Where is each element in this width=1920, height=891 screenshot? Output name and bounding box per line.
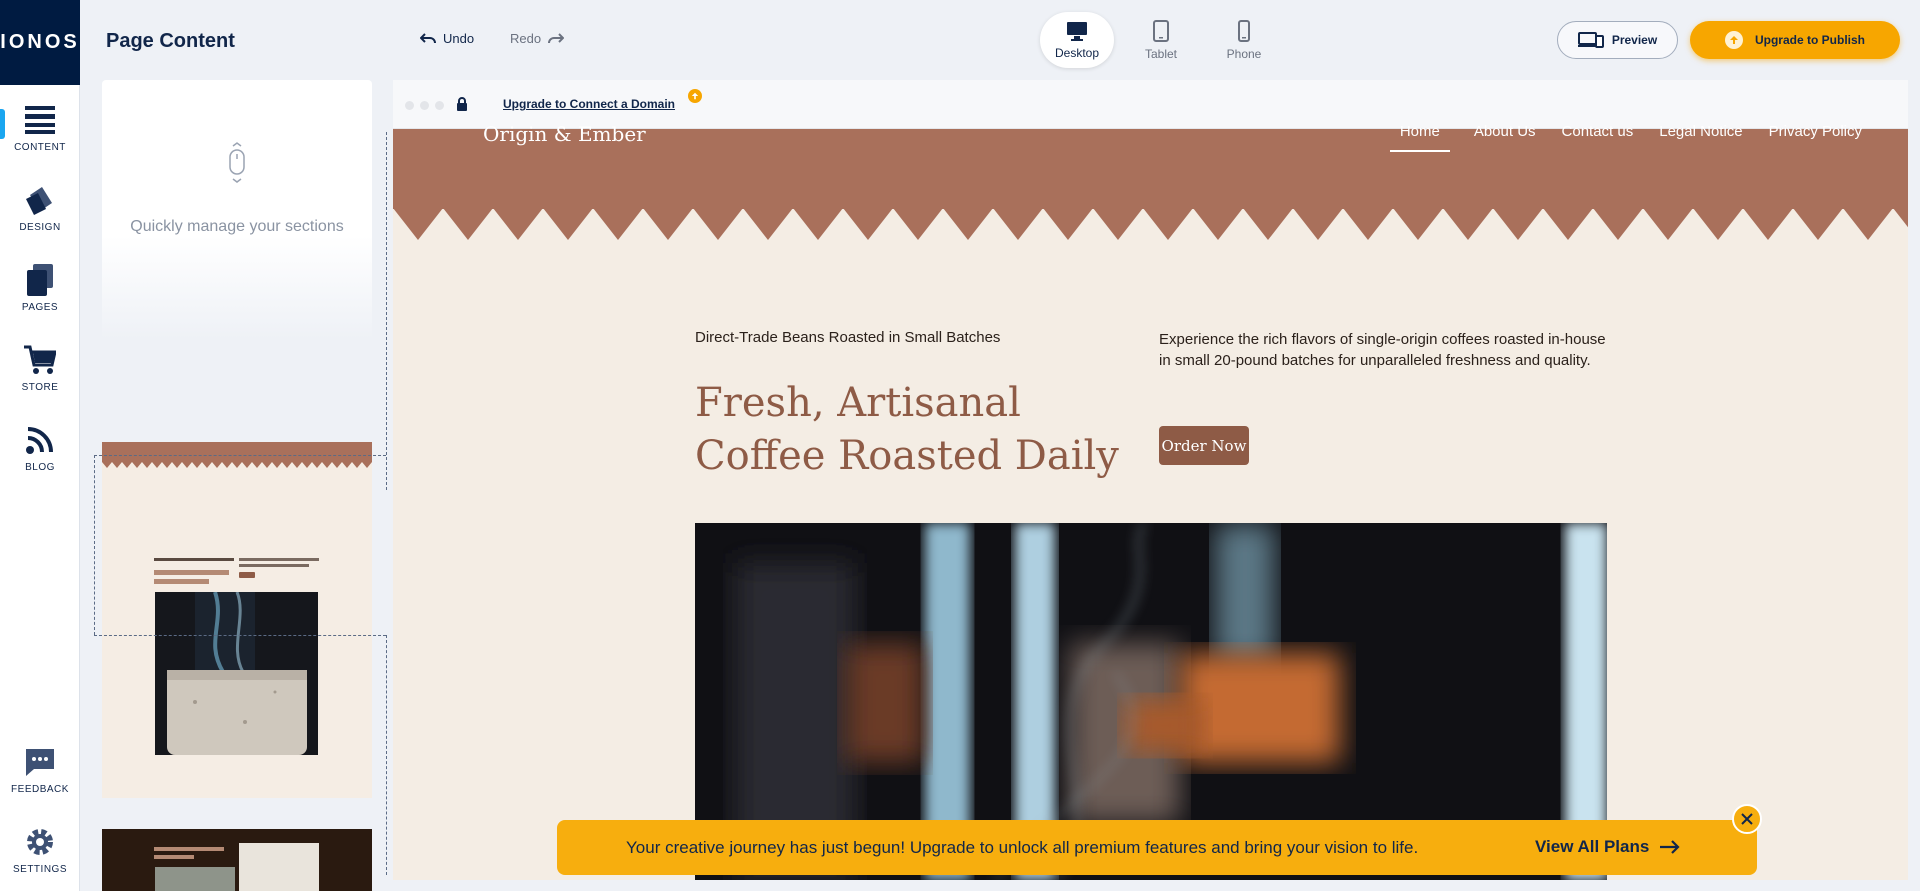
editor-topbar: Page Content Undo Redo Desktop Tablet Ph… xyxy=(80,0,1920,80)
hero-eyebrow: Direct-Trade Beans Roasted in Small Batc… xyxy=(695,329,1001,346)
rail-item-blog[interactable]: BLOG xyxy=(0,420,80,473)
undo-icon xyxy=(420,32,436,43)
device-label: Tablet xyxy=(1144,46,1178,61)
content-icon xyxy=(0,100,80,140)
undo-label: Undo xyxy=(443,31,475,46)
thumb-coffee-cup-image xyxy=(155,592,318,755)
thumb-cta xyxy=(239,572,255,578)
section-thumbnail-hero[interactable] xyxy=(102,548,372,798)
thumb-eyebrow xyxy=(154,558,234,561)
rail-item-pages[interactable]: PAGES xyxy=(0,260,80,313)
publish-label: Upgrade to Publish xyxy=(1754,33,1865,47)
hero-title: Fresh, Artisanal Coffee Roasted Daily xyxy=(695,380,1119,479)
page-title: Page Content xyxy=(106,30,235,52)
thumb-title-line xyxy=(154,579,209,584)
design-icon xyxy=(0,180,80,220)
preview-label: Preview xyxy=(1611,33,1658,47)
redo-button[interactable]: Redo xyxy=(510,31,565,46)
preview-devices-icon xyxy=(1577,32,1604,48)
lock-icon xyxy=(457,97,467,111)
rail-label: DESIGN xyxy=(19,222,61,233)
rail-label: BLOG xyxy=(25,462,55,473)
rail-item-settings[interactable]: SETTINGS xyxy=(0,822,80,875)
rail-label: CONTENT xyxy=(14,142,66,153)
connect-domain-link[interactable]: Upgrade to Connect a Domain xyxy=(503,97,675,111)
upgrade-badge-icon xyxy=(688,89,702,103)
upgrade-banner-text: Your creative journey has just begun! Up… xyxy=(626,838,1419,857)
sections-panel: Quickly manage your sections xyxy=(94,80,387,891)
mouse-scroll-icon xyxy=(229,142,245,183)
site-nav-home[interactable]: Home xyxy=(1389,123,1450,152)
rail-label: PAGES xyxy=(21,302,59,313)
arrow-right-icon xyxy=(1660,840,1680,854)
device-label: Phone xyxy=(1226,46,1262,61)
upgrade-to-publish-button[interactable]: Upgrade to Publish xyxy=(1690,21,1900,59)
thumb-title-line xyxy=(154,847,224,851)
undo-button[interactable]: Undo xyxy=(420,31,474,46)
thumb-title-line xyxy=(154,855,194,859)
section-thumbnail-story[interactable] xyxy=(102,829,372,891)
desktop-icon xyxy=(1067,21,1087,41)
rail-item-feedback[interactable]: FEEDBACK xyxy=(0,742,80,795)
site-header: Origin & Ember Home About Us Contact us … xyxy=(393,122,1908,209)
view-all-plans-link[interactable]: View All Plans xyxy=(1535,837,1681,857)
site-nav-privacy[interactable]: Privacy Policy xyxy=(1767,123,1864,152)
close-icon xyxy=(1741,813,1753,825)
site-nav-about[interactable]: About Us xyxy=(1472,123,1538,152)
upgrade-banner: Your creative journey has just begun! Up… xyxy=(557,820,1757,875)
rss-icon xyxy=(0,420,80,460)
rail-item-content[interactable]: CONTENT xyxy=(0,100,80,153)
order-now-button[interactable]: Order Now xyxy=(1159,426,1249,465)
phone-icon xyxy=(1238,19,1250,42)
rail-item-store[interactable]: STORE xyxy=(0,340,80,393)
pages-icon xyxy=(0,260,80,300)
dashed-guide xyxy=(386,635,387,875)
dashed-guide xyxy=(386,132,387,490)
header-zigzag-divider xyxy=(393,208,1908,240)
dashed-guide xyxy=(94,455,386,456)
thumb-header-band xyxy=(102,442,372,468)
rail-label: FEEDBACK xyxy=(11,784,69,795)
redo-label: Redo xyxy=(510,31,542,46)
device-desktop-button[interactable]: Desktop xyxy=(1040,12,1114,68)
thumb-zigzag xyxy=(102,462,372,468)
hero-description: Experience the rich flavors of single-or… xyxy=(1159,331,1606,369)
sections-hint-card: Quickly manage your sections xyxy=(102,80,372,340)
thumb-steam-image xyxy=(155,867,235,891)
thumb-cup-image xyxy=(239,843,319,891)
device-tablet-button[interactable]: Tablet xyxy=(1124,12,1198,68)
tablet-icon xyxy=(1153,19,1169,42)
gear-icon xyxy=(0,822,80,862)
preview-button[interactable]: Preview xyxy=(1557,21,1678,59)
left-nav-rail: IONOS CONTENT DESIGN PAGES STORE BLOG FE… xyxy=(0,0,80,891)
dashed-guide xyxy=(94,455,95,635)
site-nav-legal[interactable]: Legal Notice xyxy=(1657,123,1744,152)
site-nav-contact[interactable]: Contact us xyxy=(1560,123,1636,152)
thumb-desc-line xyxy=(239,558,319,561)
section-thumbnail-header[interactable] xyxy=(102,442,372,548)
thumb-desc-line xyxy=(239,564,309,567)
rail-item-design[interactable]: DESIGN xyxy=(0,180,80,233)
cart-icon xyxy=(0,340,80,380)
window-dots xyxy=(405,101,444,110)
thumb-title-line xyxy=(154,570,229,575)
device-phone-button[interactable]: Phone xyxy=(1207,12,1281,68)
redo-icon xyxy=(548,32,565,43)
sections-hint-text: Quickly manage your sections xyxy=(130,218,344,235)
dashed-guide xyxy=(94,635,386,636)
ionos-logo[interactable]: IONOS xyxy=(0,0,80,85)
upgrade-arrow-icon xyxy=(1724,31,1743,49)
device-label: Desktop xyxy=(1054,45,1100,60)
site-logo[interactable]: Origin & Ember xyxy=(483,122,646,146)
chat-icon xyxy=(0,742,80,782)
rail-label: SETTINGS xyxy=(12,864,67,875)
site-nav: Home About Us Contact us Legal Notice Pr… xyxy=(1389,123,1864,152)
rail-label: STORE xyxy=(21,382,59,393)
close-banner-button[interactable] xyxy=(1732,804,1762,834)
view-all-plans-label: View All Plans xyxy=(1535,837,1650,856)
site-preview-frame: Upgrade to Connect a Domain Origin & Emb… xyxy=(393,80,1908,880)
